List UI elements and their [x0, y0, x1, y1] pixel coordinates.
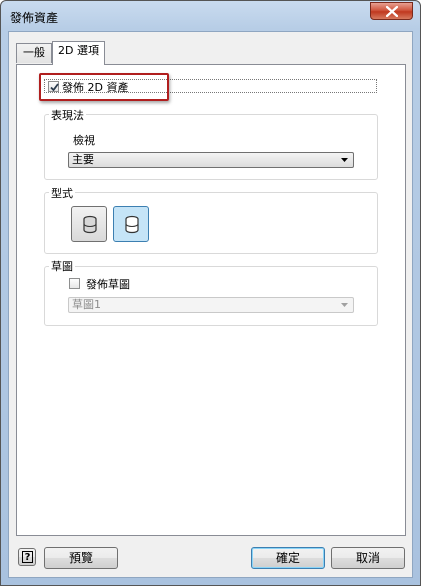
- publish-sketch-checkbox[interactable]: [69, 278, 80, 289]
- close-button[interactable]: [370, 2, 413, 20]
- sketch-group: [44, 266, 378, 326]
- preview-button[interactable]: 預覽: [44, 547, 118, 569]
- chevron-down-icon: [341, 158, 348, 162]
- cancel-button[interactable]: 取消: [331, 547, 405, 569]
- representation-group-label: 表現法: [49, 107, 86, 123]
- close-icon: [386, 6, 398, 17]
- tab-general[interactable]: 一般: [16, 43, 52, 63]
- sketch-select[interactable]: 草圖1: [68, 297, 354, 313]
- view-label: 檢視: [73, 134, 95, 147]
- window-title: 發佈資產: [10, 11, 59, 25]
- view-select[interactable]: 主要: [68, 152, 354, 168]
- title-bar[interactable]: 發佈資產: [1, 1, 420, 31]
- tab-2d-options[interactable]: 2D 選項: [52, 41, 105, 65]
- highlight-annotation: [39, 73, 169, 101]
- cylinder-shaded-icon: [83, 215, 97, 234]
- style-outline-button[interactable]: [113, 206, 149, 242]
- view-select-value: 主要: [72, 153, 94, 166]
- sketch-group-label: 草圖: [49, 258, 75, 274]
- style-group-label: 型式: [49, 185, 75, 201]
- help-icon: ?: [22, 551, 33, 563]
- style-shaded-button[interactable]: [71, 206, 107, 242]
- help-button[interactable]: ?: [18, 548, 36, 566]
- cylinder-outline-icon: [125, 215, 139, 234]
- chevron-down-icon: [341, 303, 348, 307]
- sketch-select-value: 草圖1: [72, 298, 101, 311]
- publish-sketch-label[interactable]: 發佈草圖: [86, 276, 130, 292]
- ok-button[interactable]: 確定: [251, 547, 325, 569]
